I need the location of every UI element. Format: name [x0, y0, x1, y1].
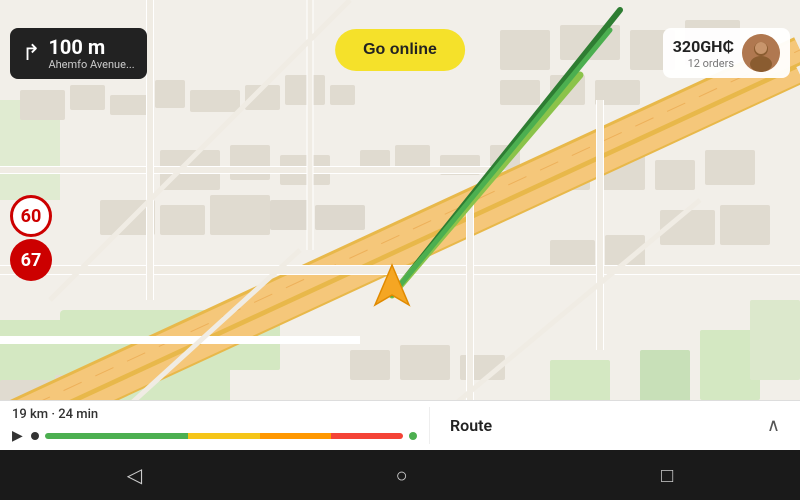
recents-button[interactable]: □	[661, 463, 673, 488]
progress-green	[45, 433, 188, 439]
route-label: Route	[450, 416, 492, 435]
progress-bar	[45, 433, 403, 439]
go-online-button[interactable]: Go online	[335, 29, 465, 71]
earnings-info: 320GH₵ 12 orders	[673, 37, 734, 70]
route-progress-section: 19 km · 24 min ▶	[0, 407, 430, 444]
route-panel: 19 km · 24 min ▶ Route ∧	[0, 400, 800, 450]
progress-red	[331, 433, 403, 439]
nav-distance: 100 m	[48, 36, 134, 58]
route-end-dot	[409, 432, 417, 440]
progress-yellow	[188, 433, 260, 439]
user-avatar[interactable]	[742, 34, 780, 72]
route-chevron-icon[interactable]: ∧	[767, 415, 780, 436]
play-icon: ▶	[12, 428, 23, 444]
speed-current-circle: 67	[10, 239, 52, 281]
speed-limit-value: 60	[21, 206, 42, 227]
orders-count: 12 orders	[673, 57, 734, 70]
home-icon: ○	[396, 463, 408, 488]
route-right-section[interactable]: Route ∧	[430, 415, 800, 436]
earnings-amount: 320GH₵	[673, 37, 734, 57]
nav-street-name: Ahemfo Avenue...	[48, 58, 134, 71]
bottom-nav-bar: ◁ ○ □	[0, 450, 800, 500]
speed-indicators: 60 67	[10, 195, 52, 281]
back-button[interactable]: ◁	[127, 463, 142, 487]
nav-text: 100 m Ahemfo Avenue...	[48, 36, 134, 71]
recents-icon: □	[661, 463, 673, 488]
nav-turn-arrow: ↱	[22, 41, 40, 66]
progress-orange	[260, 433, 332, 439]
route-info-text: 19 km · 24 min	[12, 407, 417, 422]
profile-panel: 320GH₵ 12 orders	[663, 28, 790, 78]
speed-current-value: 67	[21, 250, 42, 271]
back-icon: ◁	[127, 463, 142, 487]
home-button[interactable]: ○	[396, 463, 408, 488]
nav-instruction-box: ↱ 100 m Ahemfo Avenue...	[10, 28, 147, 79]
speed-limit-circle: 60	[10, 195, 52, 237]
route-bar-container: ▶	[12, 428, 417, 444]
route-start-dot	[31, 432, 39, 440]
